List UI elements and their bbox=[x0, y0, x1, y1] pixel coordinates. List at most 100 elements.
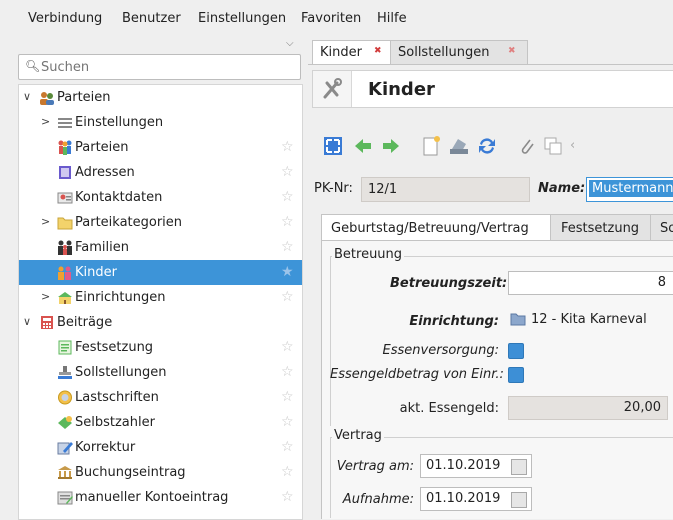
akt-essengeld-field: 20,00 bbox=[508, 396, 668, 420]
betreuungszeit-value: 8 bbox=[657, 275, 666, 290]
tab-sollstellungen[interactable]: Sollstellungen ✖ bbox=[390, 40, 528, 65]
tab-festsetzung[interactable]: Festsetzung bbox=[550, 214, 652, 241]
favorite-star-icon[interactable]: ★ bbox=[281, 264, 294, 280]
tree-item-label: Parteien bbox=[75, 140, 129, 155]
favorite-star-icon[interactable]: ☆ bbox=[281, 364, 294, 380]
tree-item-label: Beiträge bbox=[57, 315, 113, 330]
chevron-right-icon[interactable]: > bbox=[41, 290, 50, 303]
menu-hilfe[interactable]: Hilfe bbox=[377, 11, 407, 26]
tree-item-buchungseintrag[interactable]: Buchungseintrag ☆ bbox=[19, 460, 302, 485]
betreuungszeit-field[interactable]: 8 bbox=[508, 271, 673, 295]
tree-item-lastschriften[interactable]: Lastschriften ☆ bbox=[19, 385, 302, 410]
tab-more[interactable]: So bbox=[650, 214, 673, 241]
favorite-star-icon[interactable]: ☆ bbox=[281, 339, 294, 355]
essengeldbetrag-checkbox[interactable] bbox=[508, 367, 524, 383]
name-field[interactable]: Mustermann bbox=[586, 177, 673, 202]
akt-essengeld-value: 20,00 bbox=[623, 400, 661, 415]
print-icon[interactable] bbox=[448, 135, 470, 157]
fullscreen-icon[interactable] bbox=[322, 135, 344, 157]
address-book-icon bbox=[59, 166, 71, 179]
tree-item-beitraege[interactable]: ∨ Beiträge bbox=[19, 310, 302, 335]
children-icon bbox=[58, 266, 71, 280]
menu-bar: Verbindung Benutzer Einstellungen Favori… bbox=[0, 0, 673, 36]
contact-card-icon bbox=[57, 192, 73, 204]
aufnahme-value: 01.10.2019 bbox=[426, 491, 501, 506]
tree-item-label: Einstellungen bbox=[75, 115, 164, 130]
people-group-icon bbox=[40, 92, 54, 105]
essenversorgung-checkbox[interactable] bbox=[508, 343, 524, 359]
aufnahme-label: Aufnahme: bbox=[342, 492, 414, 507]
search-input[interactable] bbox=[39, 57, 293, 77]
new-document-icon[interactable] bbox=[420, 135, 442, 157]
chevron-right-icon[interactable]: > bbox=[41, 115, 50, 128]
tree-item-label: manueller Kontoeintrag bbox=[75, 490, 229, 505]
tools-button[interactable] bbox=[313, 71, 352, 107]
close-icon[interactable]: ✖ bbox=[374, 46, 382, 56]
wrench-icon bbox=[323, 78, 342, 99]
menu-verbindung[interactable]: Verbindung bbox=[28, 11, 102, 26]
menu-einstellungen[interactable]: Einstellungen bbox=[198, 11, 286, 26]
tab-label: Geburtstag/Betreuung/Vertrag bbox=[331, 221, 529, 236]
favorite-star-icon[interactable]: ☆ bbox=[281, 439, 294, 455]
tree-item-manueller-kontoeintrag[interactable]: manueller Kontoeintrag ☆ bbox=[19, 485, 302, 510]
group-vertrag-legend: Vertrag bbox=[332, 428, 384, 443]
attachment-icon[interactable] bbox=[516, 135, 538, 157]
chevron-down-icon[interactable]: ⌵ bbox=[286, 38, 294, 49]
page-title: Kinder bbox=[368, 79, 435, 100]
tree-item-korrektur[interactable]: Korrektur ☆ bbox=[19, 435, 302, 460]
calendar-icon[interactable] bbox=[511, 459, 527, 475]
essengeldbetrag-label: Essengeldbetrag von Einr.: bbox=[330, 367, 504, 382]
favorite-star-icon[interactable]: ☆ bbox=[281, 389, 294, 405]
close-icon[interactable]: ✖ bbox=[508, 46, 516, 56]
tree-item-label: Selbstzahler bbox=[75, 415, 155, 430]
favorite-star-icon[interactable]: ☆ bbox=[281, 239, 294, 255]
tree-item-einstellungen[interactable]: > Einstellungen bbox=[19, 110, 302, 135]
search-box[interactable]: 🔍︎ bbox=[18, 54, 301, 80]
ledger-icon bbox=[57, 491, 73, 505]
vertrag-am-field[interactable]: 01.10.2019 bbox=[420, 454, 532, 478]
favorite-star-icon[interactable]: ☆ bbox=[281, 414, 294, 430]
einrichtung-value-link[interactable]: 12 - Kita Karneval bbox=[510, 309, 673, 331]
favorite-star-icon[interactable]: ☆ bbox=[281, 164, 294, 180]
building-icon bbox=[58, 292, 72, 304]
favorite-star-icon[interactable]: ☆ bbox=[281, 289, 294, 305]
calculator-icon bbox=[41, 316, 53, 329]
tree-item-kinder[interactable]: Kinder ★ bbox=[19, 260, 302, 285]
tree-item-label: Parteikategorien bbox=[75, 215, 183, 230]
calendar-icon[interactable] bbox=[511, 492, 527, 508]
favorite-star-icon[interactable]: ☆ bbox=[281, 214, 294, 230]
tree-item-festsetzung[interactable]: Festsetzung ☆ bbox=[19, 335, 302, 360]
tree-item-parteikategorien[interactable]: > Parteikategorien ☆ bbox=[19, 210, 302, 235]
favorite-star-icon[interactable]: ☆ bbox=[281, 139, 294, 155]
copy-icon[interactable] bbox=[542, 135, 564, 157]
einrichtung-value: 12 - Kita Karneval bbox=[531, 312, 647, 327]
menu-favoriten[interactable]: Favoriten bbox=[301, 11, 361, 26]
einrichtung-label: Einrichtung: bbox=[409, 314, 499, 329]
aufnahme-field[interactable]: 01.10.2019 bbox=[420, 487, 532, 511]
tree-item-parteien-group[interactable]: ∨ Parteien bbox=[19, 85, 302, 110]
tree-item-sollstellungen[interactable]: Sollstellungen ☆ bbox=[19, 360, 302, 385]
menu-benutzer[interactable]: Benutzer bbox=[122, 11, 181, 26]
favorite-star-icon[interactable]: ☆ bbox=[281, 189, 294, 205]
chevron-right-icon[interactable]: > bbox=[41, 215, 50, 228]
tree-item-familien[interactable]: Familien ☆ bbox=[19, 235, 302, 260]
favorite-star-icon[interactable]: ☆ bbox=[281, 489, 294, 505]
refresh-icon[interactable] bbox=[476, 135, 498, 157]
tree-item-label: Adressen bbox=[75, 165, 135, 180]
tree-item-selbstzahler[interactable]: Selbstzahler ☆ bbox=[19, 410, 302, 435]
edit-icon bbox=[57, 442, 73, 455]
arrow-left-icon[interactable] bbox=[352, 135, 374, 157]
tree-item-label: Einrichtungen bbox=[75, 290, 166, 305]
tab-kinder[interactable]: Kinder ✖ bbox=[312, 40, 392, 65]
tree-item-adressen[interactable]: Adressen ☆ bbox=[19, 160, 302, 185]
tree-item-parteien[interactable]: Parteien ☆ bbox=[19, 135, 302, 160]
navigation-tree[interactable]: ∨ Parteien > Einstellungen Parteien ☆ Ad… bbox=[18, 84, 303, 520]
tab-geburtstag-betreuung-vertrag[interactable]: Geburtstag/Betreuung/Vertrag bbox=[321, 214, 552, 242]
more-icon[interactable]: ‹ bbox=[570, 138, 575, 153]
arrow-right-icon[interactable] bbox=[380, 135, 402, 157]
chevron-down-icon[interactable]: ∨ bbox=[23, 315, 31, 328]
tree-item-kontaktdaten[interactable]: Kontaktdaten ☆ bbox=[19, 185, 302, 210]
chevron-down-icon[interactable]: ∨ bbox=[23, 90, 31, 103]
tree-item-einrichtungen[interactable]: > Einrichtungen ☆ bbox=[19, 285, 302, 310]
favorite-star-icon[interactable]: ☆ bbox=[281, 464, 294, 480]
